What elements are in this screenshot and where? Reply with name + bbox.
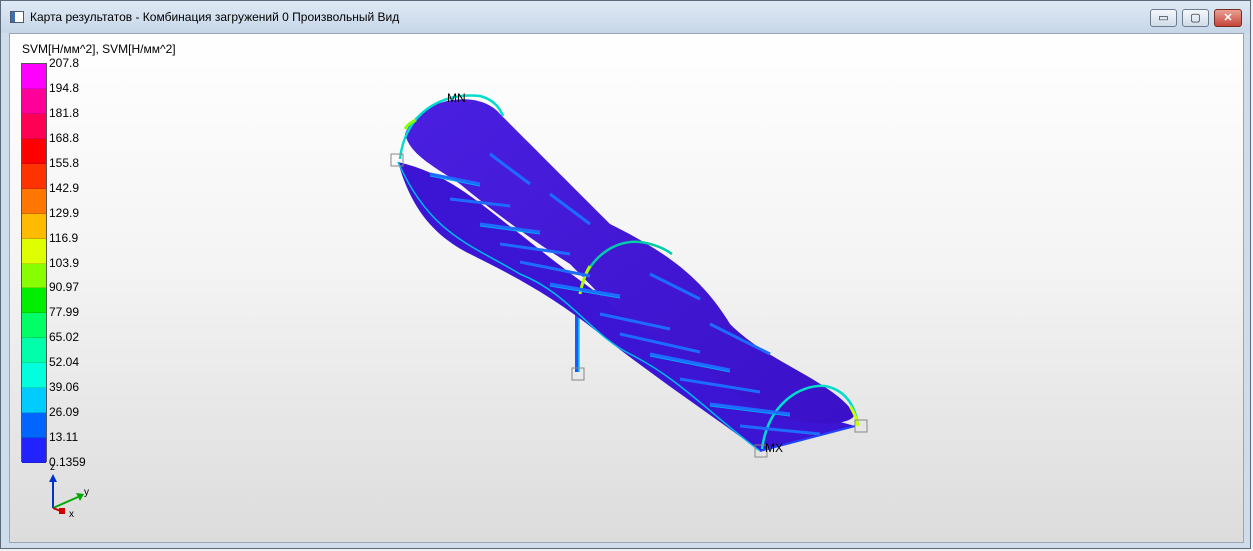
axis-x-label: x	[69, 509, 74, 520]
maximize-button[interactable]: ▢	[1182, 9, 1209, 27]
axis-y-label: y	[84, 487, 89, 498]
result-viewport[interactable]: SVM[Н/мм^2], SVM[Н/мм^2] 207.8 194.8 181.8…	[9, 33, 1244, 543]
model-3d-view[interactable]: MN MX z y x	[10, 34, 1244, 543]
window-title: Карта результатов - Комбинация загружени…	[30, 10, 400, 24]
min-stress-label: MN	[447, 91, 466, 105]
title-bar[interactable]: Карта результатов - Комбинация загружени…	[1, 1, 1250, 33]
app-window-icon	[10, 11, 24, 23]
close-button[interactable]: ✕	[1214, 9, 1242, 27]
axis-z-label: z	[50, 462, 55, 473]
results-window: Карта результатов - Комбинация загружени…	[0, 0, 1251, 549]
minimize-button[interactable]: ▭	[1150, 9, 1177, 27]
max-stress-label: MX	[765, 441, 783, 455]
shell-roof	[405, 99, 855, 424]
axis-triad-icon	[49, 474, 84, 514]
